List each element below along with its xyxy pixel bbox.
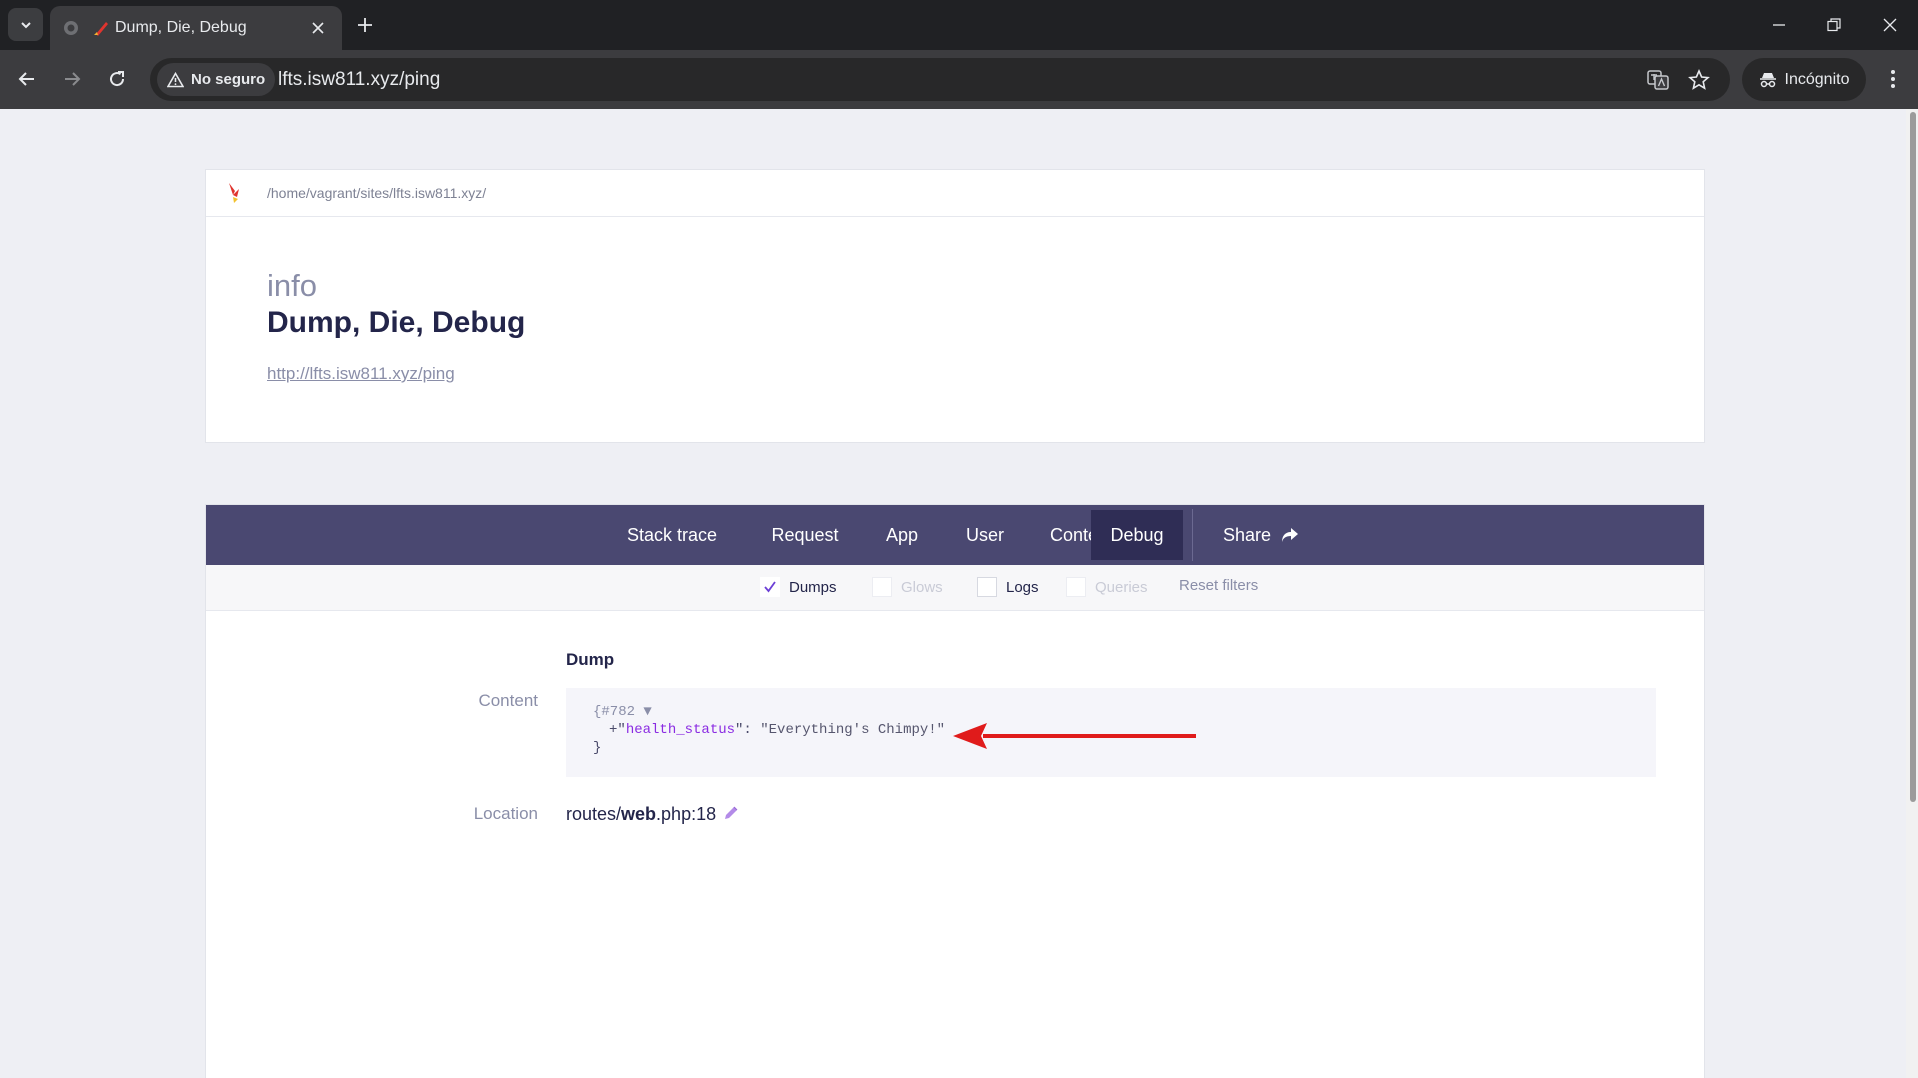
location-dir: routes/ xyxy=(566,804,622,824)
request-url-link[interactable]: http://lfts.isw811.xyz/ping xyxy=(267,364,455,384)
warning-icon xyxy=(167,71,184,87)
card-top-bar: /home/vagrant/sites/lfts.isw811.xyz/ xyxy=(206,170,1704,217)
incognito-label: Incógnito xyxy=(1784,70,1850,88)
restore-icon xyxy=(1827,18,1841,32)
tab-user[interactable]: User xyxy=(944,505,1026,565)
tab-title: Dump, Die, Debug xyxy=(115,19,247,36)
security-label: No seguro xyxy=(191,71,266,88)
debug-filter-bar: Dumps Glows Logs Queries Reset filters xyxy=(206,565,1704,611)
queries-checkbox xyxy=(1066,577,1086,597)
location-label: Location xyxy=(473,804,538,823)
plus-icon xyxy=(358,18,372,32)
red-arrow-annotation xyxy=(953,723,1196,749)
glows-checkbox xyxy=(872,577,892,597)
tab-request[interactable]: Request xyxy=(750,505,860,565)
minimize-button[interactable] xyxy=(1764,12,1794,38)
minimize-icon xyxy=(1773,24,1785,26)
site-security-chip[interactable]: No seguro xyxy=(157,63,276,96)
content-label: Content xyxy=(478,691,538,710)
prop-prefix: +" xyxy=(609,722,626,738)
tab-app[interactable]: App xyxy=(862,505,942,565)
forward-button[interactable] xyxy=(57,64,87,94)
globe-icon xyxy=(64,21,78,35)
dump-property-line: +"health_status": "Everything's Chimpy!" xyxy=(609,722,945,738)
dumps-checkbox[interactable] xyxy=(760,577,780,597)
tab-stack-trace[interactable]: Stack trace xyxy=(596,505,748,565)
prop-separator: ": xyxy=(735,722,761,738)
prop-value: "Everything's Chimpy!" xyxy=(760,722,946,738)
reload-icon xyxy=(110,71,125,87)
browser-menu-button[interactable] xyxy=(1878,64,1908,94)
close-window-button[interactable] xyxy=(1875,12,1905,38)
nav-divider xyxy=(1192,509,1193,561)
arrow-left-icon xyxy=(18,72,34,86)
dump-heading: Dump xyxy=(566,650,615,669)
section-navbar: Stack trace Request App User Context Deb… xyxy=(206,505,1704,565)
filter-logs[interactable]: Logs xyxy=(977,577,1039,597)
dump-object-line[interactable]: {#782 ▼ xyxy=(593,704,652,720)
exception-level: info xyxy=(267,268,317,303)
dump-object-id[interactable]: {#782 ▼ xyxy=(593,704,652,720)
filter-label-dumps: Dumps xyxy=(789,578,837,596)
browser-toolbar: No seguro lfts.isw811.xyz/ping Incógnito xyxy=(0,50,1918,109)
share-label: Share xyxy=(1222,525,1272,545)
share-button[interactable]: Share xyxy=(1206,505,1316,565)
close-icon xyxy=(312,22,324,34)
filter-label-queries: Queries xyxy=(1095,578,1148,596)
checkmark-icon xyxy=(764,581,776,593)
new-tab-button[interactable] xyxy=(352,12,378,38)
close-icon xyxy=(1883,18,1897,32)
reload-button[interactable] xyxy=(102,64,132,94)
filter-dumps[interactable]: Dumps xyxy=(760,577,837,597)
filter-glows: Glows xyxy=(872,577,943,597)
page-scrollbar-thumb[interactable] xyxy=(1910,112,1916,802)
tab-debug[interactable]: Debug xyxy=(1091,510,1183,560)
star-icon xyxy=(1688,69,1710,90)
incognito-icon xyxy=(1759,72,1776,87)
back-button[interactable] xyxy=(12,64,42,94)
translate-button[interactable] xyxy=(1647,69,1669,91)
favicon-icon xyxy=(94,22,108,36)
browser-tabstrip: Dump, Die, Debug xyxy=(0,0,1918,50)
logs-checkbox[interactable] xyxy=(977,577,997,597)
reset-filters-button[interactable]: Reset filters xyxy=(1179,577,1258,594)
filter-label-logs: Logs xyxy=(1006,578,1039,596)
filter-queries: Queries xyxy=(1066,577,1148,597)
address-bar[interactable]: No seguro lfts.isw811.xyz/ping xyxy=(150,58,1730,101)
arrow-right-icon xyxy=(65,72,81,86)
restore-button[interactable] xyxy=(1819,12,1849,38)
translate-icon xyxy=(1647,70,1669,90)
dump-close-brace: } xyxy=(593,740,602,756)
location-link[interactable]: routes/web.php:18 xyxy=(566,804,716,825)
browser-tab-active[interactable]: Dump, Die, Debug xyxy=(50,6,342,50)
tab-search-button[interactable] xyxy=(8,8,43,41)
reset-filters-label: Reset filters xyxy=(1179,577,1259,594)
details-panel: Stack trace Request App User Context Deb… xyxy=(205,504,1705,1078)
incognito-indicator[interactable]: Incógnito xyxy=(1742,58,1866,101)
share-arrow-icon xyxy=(1282,528,1299,542)
exception-header-card: /home/vagrant/sites/lfts.isw811.xyz/ inf… xyxy=(205,169,1705,443)
edit-pencil-icon[interactable] xyxy=(722,804,740,822)
exception-title: Dump, Die, Debug xyxy=(267,306,526,339)
url-text[interactable]: lfts.isw811.xyz/ping xyxy=(278,69,440,91)
project-path: /home/vagrant/sites/lfts.isw811.xyz/ xyxy=(267,185,487,201)
ignition-logo-icon xyxy=(229,183,239,203)
chevron-down-icon xyxy=(20,21,31,28)
close-tab-button[interactable] xyxy=(308,18,328,38)
location-line: .php:18 xyxy=(656,804,717,824)
bookmark-button[interactable] xyxy=(1688,69,1710,91)
kebab-menu-icon xyxy=(1891,70,1895,88)
filter-label-glows: Glows xyxy=(901,578,943,596)
prop-key: health_status xyxy=(625,722,736,738)
location-file: web xyxy=(621,804,657,824)
